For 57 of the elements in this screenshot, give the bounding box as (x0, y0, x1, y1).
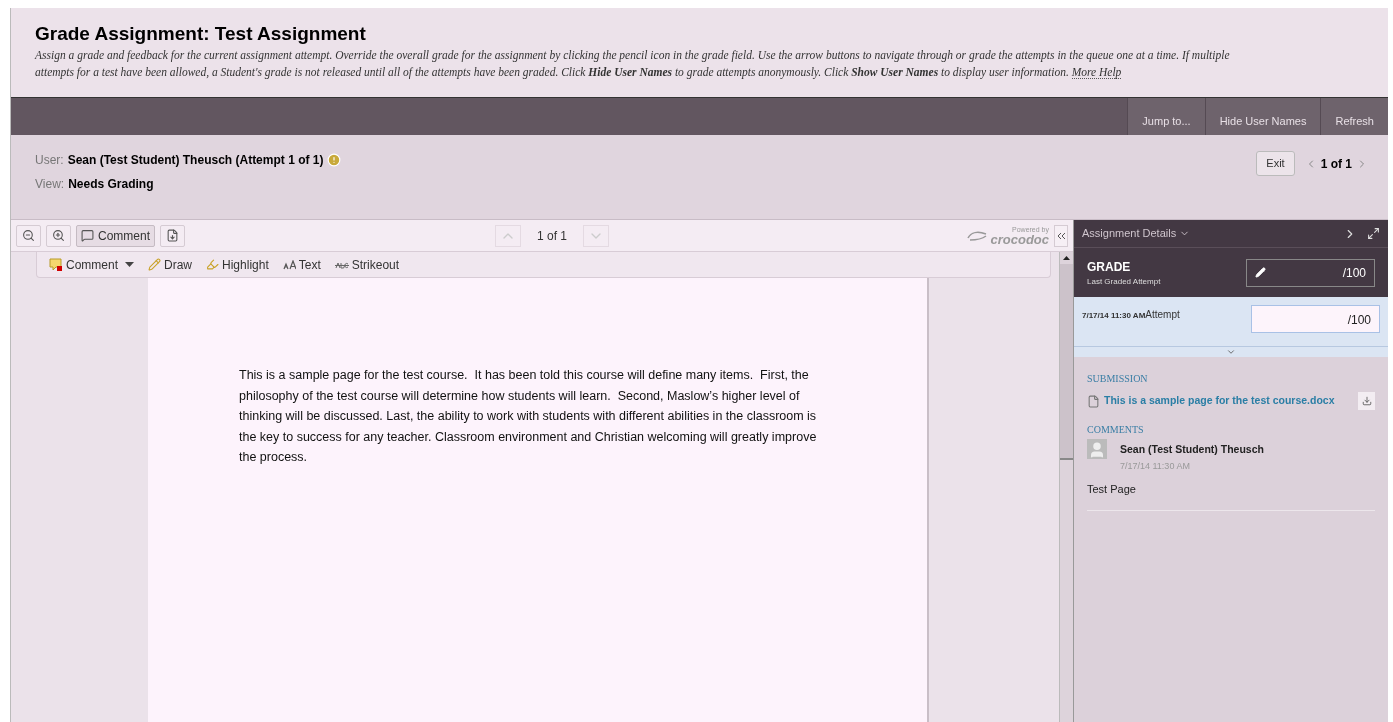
grade-subtitle: Last Graded Attempt (1087, 275, 1161, 288)
caret-icon (125, 261, 134, 268)
download-icon (1361, 396, 1372, 406)
overall-grade-field[interactable]: /100 (1246, 258, 1375, 287)
expand-attempts-icon[interactable] (1226, 347, 1236, 357)
panel-title[interactable]: Assignment Details (1082, 225, 1177, 242)
document-text: This is a sample page for the test course. It has been told this course will define many items. First, the philosophy of the test course will determine how students will learn. Second, Maslow’s higher level of thinking will be discussed. Last, the ability to work with students with different abilities in the classroom is the key to success for any teacher. Classroom environment and Christian welcoming will greatly improve the process. (239, 367, 817, 466)
annotation-tool[interactable]: Text (282, 255, 321, 274)
download-file-button[interactable] (1358, 392, 1375, 410)
attempt-position: 1 of 1 (1320, 156, 1352, 173)
user-name: Sean (Test Student) Theusch (Attempt 1 of 1) (67, 152, 324, 169)
highlighter-icon (206, 258, 220, 271)
exit-button[interactable]: Exit (1256, 151, 1295, 176)
text-size-icon (282, 259, 296, 270)
attempt-label: 7/17/14 11:30 AMAttempt (1082, 308, 1180, 322)
collapse-panel-button[interactable] (1054, 224, 1068, 247)
download-button[interactable] (160, 224, 185, 247)
zoom-in-icon (52, 229, 65, 242)
comment-author: Sean (Test Student) Theusch (1120, 442, 1264, 457)
more-help-link[interactable]: More Help (1071, 66, 1122, 79)
annotation-tool[interactable]: Highlight (206, 255, 269, 274)
speech-bubble-icon (81, 229, 94, 242)
pencil-icon (148, 258, 161, 271)
annotation-tool[interactable]: Comment (49, 255, 134, 274)
page-title: Grade Assignment: Test Assignment (35, 22, 367, 46)
brand-name: crocodoc (990, 232, 1049, 246)
file-download-icon (166, 229, 179, 242)
view-value: Needs Grading (68, 176, 154, 193)
page-indicator: 1 of 1 (537, 227, 567, 245)
expand-icon[interactable] (1367, 227, 1380, 240)
pencil-icon (1255, 267, 1266, 278)
comment-date: 7/17/14 11:30 AM (1120, 459, 1191, 473)
grade-heading: GRADE (1087, 258, 1132, 276)
comment-text: Test Page (1087, 482, 1137, 498)
comment-flag-icon (49, 257, 63, 272)
avatar-icon (1087, 439, 1107, 459)
action-bar-button[interactable]: Hide User Names (1204, 98, 1321, 135)
double-chevron-icon (1056, 231, 1066, 240)
document-icon (1087, 394, 1100, 408)
zoom-out-button[interactable] (16, 224, 41, 247)
annotation-tool[interactable]: Strikeout (334, 255, 400, 274)
submission-heading: SUBMISSION (1087, 372, 1149, 386)
attempt-grade-field[interactable]: /100 (1251, 305, 1380, 333)
view-label: View: (35, 176, 65, 193)
user-label: User: (35, 152, 64, 169)
zoom-out-icon (22, 229, 35, 242)
scrollbar-thumb[interactable] (1060, 264, 1073, 460)
strikeout-icon (334, 259, 349, 270)
scroll-up-icon[interactable] (1063, 256, 1070, 260)
instructions-text: Assign a grade and feedback for the current assignment attempt. Override the overall grade for the assignment by clicking the pencil icon in the grade field. Use the arrow buttons to navigate through or grade the attempts in the queue one at a time. If multiple attempts for a test have been allowed, a Student's grade is not released until all of the attempts have been graded. Click Hide User Names to grade attempts anonymously. Click Show User Names to display user information. More Help (35, 48, 1231, 81)
action-bar-button[interactable]: Refresh (1320, 98, 1388, 135)
annotation-tool[interactable]: Draw (148, 255, 193, 274)
comment-button[interactable]: Comment (76, 224, 155, 247)
zoom-in-button[interactable] (46, 224, 71, 247)
action-bar-button[interactable]: Jump to... (1127, 98, 1205, 135)
comments-heading: COMMENTS (1087, 423, 1145, 437)
alert-icon (327, 153, 342, 167)
